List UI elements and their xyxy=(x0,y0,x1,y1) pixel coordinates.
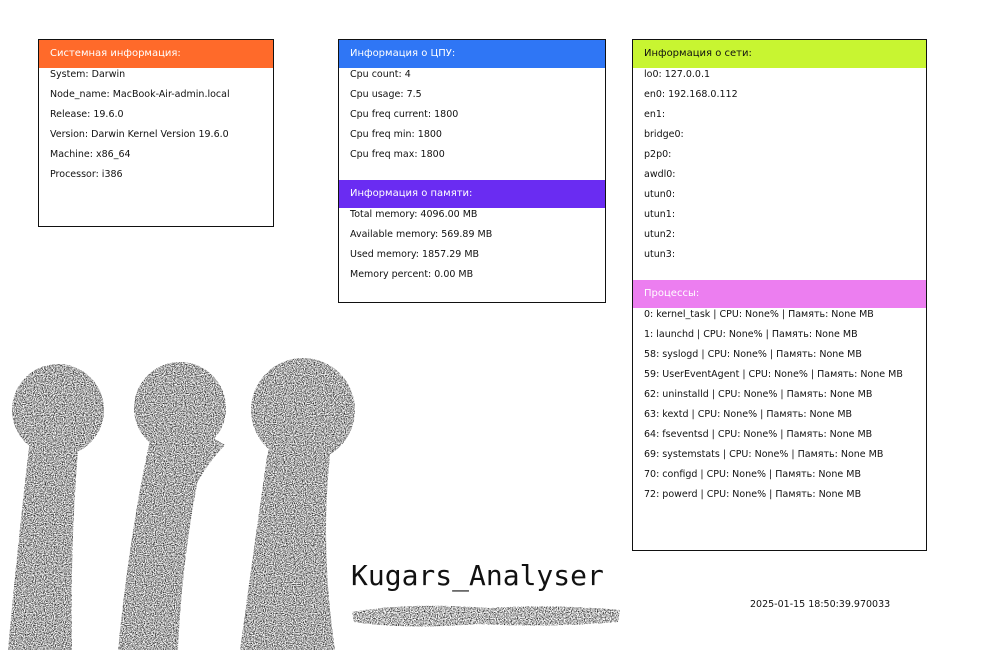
cpu-info-header: Информация о ЦПУ: xyxy=(339,40,605,68)
app-window: Системная информация: System: Darwin Node… xyxy=(0,0,1000,650)
network-info-row: en0: 192.168.0.112 xyxy=(644,89,738,100)
process-row-list: 0: kernel_task | CPU: None% | Память: No… xyxy=(633,308,926,508)
cpu-memory-panel: Информация о ЦПУ: Cpu count: 4 Cpu usage:… xyxy=(338,39,606,303)
network-info-row: p2p0: xyxy=(644,149,672,160)
network-info-row: utun0: xyxy=(644,189,676,200)
network-processes-panel: Информация о сети: lo0: 127.0.0.1 en0: 19… xyxy=(632,39,927,551)
network-info-row: en1: xyxy=(644,109,666,120)
network-info-header: Информация о сети: xyxy=(633,40,926,68)
cpu-info-row: Cpu freq max: 1800 xyxy=(350,149,445,160)
cpu-info-row-list: Cpu count: 4 Cpu usage: 7.5 Cpu freq curre… xyxy=(339,68,605,168)
process-row: 69: systemstats | CPU: None% | Память: N… xyxy=(644,449,884,460)
processes-header: Процессы: xyxy=(633,280,926,308)
system-info-row-list: System: Darwin Node_name: MacBook-Air-adm… xyxy=(39,68,273,188)
system-info-header: Системная информация: xyxy=(39,40,273,68)
process-row: 64: fseventsd | CPU: None% | Память: Non… xyxy=(644,429,873,440)
process-row: 72: powerd | CPU: None% | Память: None M… xyxy=(644,489,862,500)
memory-info-row: Used memory: 1857.29 MB xyxy=(350,249,480,260)
app-brand-title: Kugars_Analyser xyxy=(351,559,604,592)
system-info-panel: Системная информация: System: Darwin Node… xyxy=(38,39,274,227)
system-info-row: System: Darwin xyxy=(50,69,126,80)
system-info-row: Machine: x86_64 xyxy=(50,149,131,160)
system-info-row: Version: Darwin Kernel Version 19.6.0 xyxy=(50,129,229,140)
system-info-row: Release: 19.6.0 xyxy=(50,109,124,120)
network-info-row: bridge0: xyxy=(644,129,684,140)
network-info-row: utun1: xyxy=(644,209,676,220)
decorative-artwork xyxy=(8,358,355,650)
network-info-row: utun2: xyxy=(644,229,676,240)
memory-info-row: Memory percent: 0.00 MB xyxy=(350,269,474,280)
network-info-row: awdl0: xyxy=(644,169,676,180)
timestamp: 2025-01-15 18:50:39.970033 xyxy=(750,599,891,610)
process-row: 58: syslogd | CPU: None% | Память: None … xyxy=(644,349,862,360)
process-row: 0: kernel_task | CPU: None% | Память: No… xyxy=(644,309,874,320)
process-row: 1: launchd | CPU: None% | Память: None M… xyxy=(644,329,858,340)
cpu-info-row: Cpu freq current: 1800 xyxy=(350,109,459,120)
memory-info-header: Информация о памяти: xyxy=(339,180,605,208)
network-info-row: utun3: xyxy=(644,249,676,260)
system-info-row: Processor: i386 xyxy=(50,169,123,180)
memory-info-row: Total memory: 4096.00 MB xyxy=(350,209,478,220)
process-row: 70: configd | CPU: None% | Память: None … xyxy=(644,469,861,480)
cpu-info-row: Cpu usage: 7.5 xyxy=(350,89,422,100)
system-info-row: Node_name: MacBook-Air-admin.local xyxy=(50,89,230,100)
network-info-row: lo0: 127.0.0.1 xyxy=(644,69,711,80)
cpu-info-row: Cpu freq min: 1800 xyxy=(350,129,442,140)
process-row: 62: uninstalld | CPU: None% | Память: No… xyxy=(644,389,873,400)
process-row: 63: kextd | CPU: None% | Память: None MB xyxy=(644,409,853,420)
cpu-info-row: Cpu count: 4 xyxy=(350,69,411,80)
memory-info-row: Available memory: 569.89 MB xyxy=(350,229,493,240)
brush-stroke-decoration xyxy=(352,605,620,627)
memory-info-row-list: Total memory: 4096.00 MB Available memory… xyxy=(339,208,605,288)
network-info-row-list: lo0: 127.0.0.1 en0: 192.168.0.112 en1: brid… xyxy=(633,68,926,268)
process-row: 59: UserEventAgent | CPU: None% | Память… xyxy=(644,369,903,380)
